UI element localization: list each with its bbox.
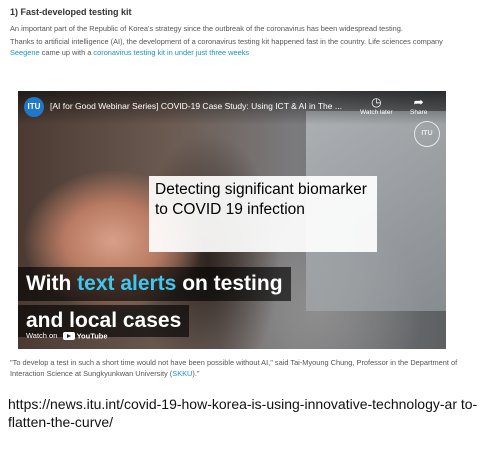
quote-text: )." (192, 369, 200, 378)
share-button[interactable]: ➦ Share (410, 95, 427, 116)
itu-watermark: ITU (414, 121, 440, 147)
section-heading: 1) Fast-developed testing kit (10, 7, 132, 17)
watch-on-label: Watch on (26, 331, 58, 340)
video-embed[interactable]: ITU [AI for Good Webinar Series] COVID-1… (18, 91, 446, 349)
share-label: Share (410, 109, 428, 116)
video-title[interactable]: [AI for Good Webinar Series] COVID-19 Ca… (50, 101, 350, 111)
watch-later-label: Watch later (360, 109, 393, 116)
caption-text: on testing (176, 272, 283, 295)
watch-later-button[interactable]: ◷ Watch later (360, 95, 393, 116)
quote-text: "To develop a test in such a short time … (10, 358, 458, 378)
caption-line-1: With text alerts on testing (18, 267, 291, 301)
seegene-link[interactable]: Seegene (10, 48, 40, 57)
paragraph-text: Thanks to artificial intelligence (AI), … (10, 37, 443, 46)
caption-accent-text: text alerts (77, 272, 177, 295)
paragraph-text: came up with a (39, 48, 94, 57)
clock-icon: ◷ (371, 95, 382, 109)
quote-paragraph: "To develop a test in such a short time … (10, 357, 470, 379)
paragraph-testing: An important part of the Republic of Kor… (10, 24, 403, 33)
article-excerpt: 1) Fast-developed testing kit An importa… (10, 6, 454, 58)
skku-link[interactable]: SKKU (172, 369, 192, 378)
testing-kit-link[interactable]: coronavirus testing kit in under just th… (93, 48, 249, 57)
channel-logo[interactable]: ITU (24, 97, 44, 117)
source-url[interactable]: https://news.itu.int/covid-19-how-korea-… (8, 395, 478, 431)
callout-box: Detecting significant biomarker to COVID… (149, 176, 377, 252)
share-arrow-icon: ➦ (413, 95, 424, 109)
caption-text: With (26, 272, 78, 295)
watch-on-youtube-button[interactable]: Watch on YouTube (26, 331, 108, 341)
paragraph-ai-kit: Thanks to artificial intelligence (AI), … (10, 36, 454, 58)
youtube-label: YouTube (76, 331, 108, 341)
youtube-icon (62, 332, 75, 341)
